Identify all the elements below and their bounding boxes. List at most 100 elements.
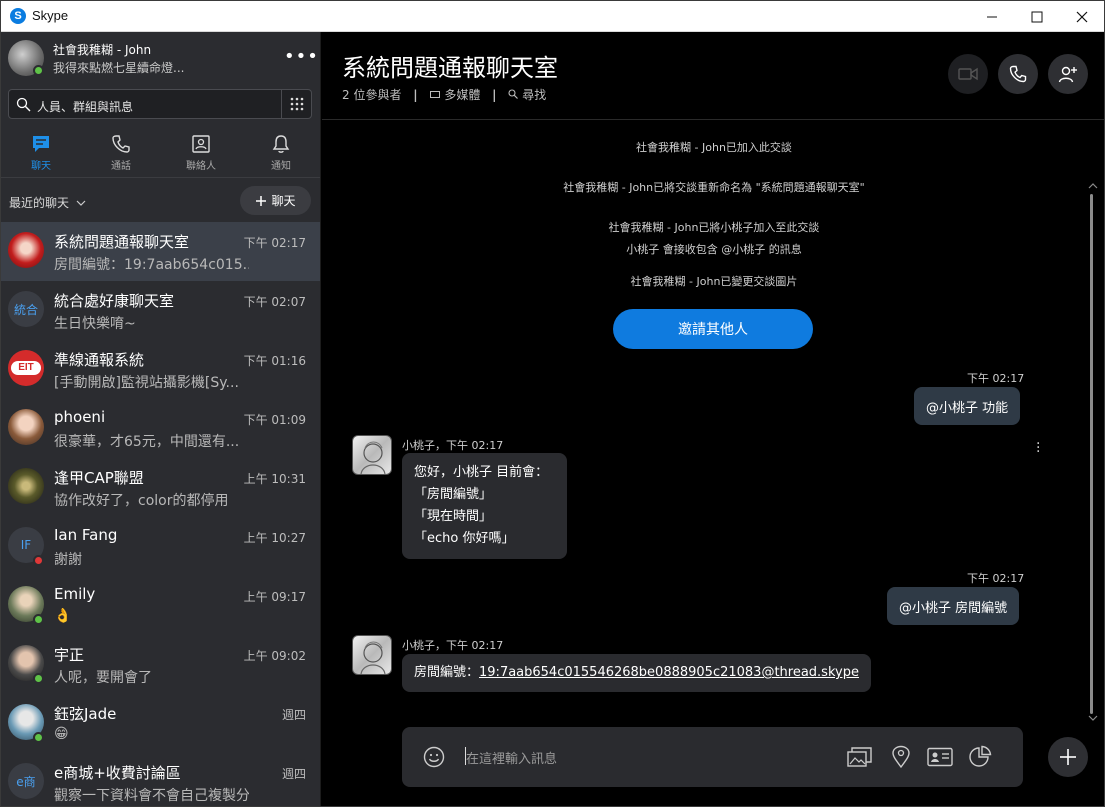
share-media-button[interactable]	[846, 743, 874, 771]
chat-time: 上午 09:02	[243, 649, 306, 663]
chat-preview: 生日快樂唷~	[54, 316, 136, 332]
maximize-button[interactable]	[1014, 1, 1060, 32]
recent-chats-dropdown[interactable]: 最近的聊天	[9, 194, 86, 211]
chat-list-item[interactable]: IF Ian Fang 上午 10:27 謝謝	[1, 517, 320, 576]
skype-logo-icon: S	[10, 8, 26, 24]
more-options-icon[interactable]: •••	[284, 46, 319, 67]
minimize-button[interactable]	[969, 1, 1015, 32]
online-status-icon	[33, 732, 44, 743]
share-location-button[interactable]	[887, 743, 915, 771]
do-not-disturb-icon	[33, 555, 44, 566]
incoming-message[interactable]: 房間編號：19:7aab654c015546268be0888905c21083…	[402, 654, 871, 692]
media-link[interactable]: 多媒體	[444, 88, 480, 102]
chat-time: 週四	[281, 767, 306, 781]
video-camera-icon	[958, 67, 978, 81]
chat-time: 週四	[281, 708, 306, 722]
message-input[interactable]: 在這裡輸入訊息	[466, 748, 557, 767]
scroll-down-icon[interactable]	[1087, 714, 1099, 722]
scrollbar[interactable]	[1087, 182, 1099, 722]
new-chat-button[interactable]: 聊天	[240, 186, 311, 215]
scrollbar-thumb[interactable]	[1090, 194, 1093, 714]
separator: |	[413, 88, 418, 102]
chat-list-item[interactable]: e商 e商城+收費討論區 週四 觀察一下資料會不會自己複製分...	[1, 753, 320, 806]
outgoing-message[interactable]: @小桃子 功能	[914, 387, 1021, 425]
system-message: 社會我稚糊 - John已加入此交談	[636, 141, 792, 154]
message-composer: 在這裡輸入訊息	[402, 727, 1023, 787]
chat-list-item[interactable]: 逢甲CAP聯盟 上午 10:31 協作改好了，color的都停用	[1, 458, 320, 517]
search-box[interactable]: 人員、群組與訊息	[8, 89, 312, 119]
window-title: Skype	[32, 8, 69, 23]
system-message: 社會我稚糊 - John已將小桃子加入至此交談	[608, 221, 820, 234]
video-call-button[interactable]	[948, 54, 988, 94]
chat-name: 統合處好康聊天室	[54, 292, 175, 310]
poll-button[interactable]	[966, 743, 994, 771]
chat-preview: 觀察一下資料會不會自己複製分...	[54, 788, 249, 804]
system-message: 社會我稚糊 - John已將交談重新命名為 "系統問題通報聊天室"	[563, 181, 865, 194]
add-participant-button[interactable]	[1048, 54, 1088, 94]
chat-time: 下午 01:16	[243, 354, 306, 368]
tab-notifications[interactable]: 通知	[241, 128, 320, 178]
message-sender: 小桃子，下午 02:17	[402, 639, 504, 652]
find-link[interactable]: 尋找	[522, 88, 546, 102]
participants-link[interactable]: 2 位參與者	[342, 88, 401, 102]
outgoing-message[interactable]: @小桃子 房間編號	[887, 587, 1020, 625]
more-actions-button[interactable]	[1048, 737, 1088, 777]
recent-chats-label: 最近的聊天	[9, 196, 70, 210]
chat-preview: 人呢，要開會了	[54, 670, 152, 686]
tab-chats-label: 聊天	[31, 161, 51, 172]
phone-icon	[112, 135, 130, 153]
chat-time: 上午 09:17	[243, 590, 306, 604]
chat-name: Ian Fang	[54, 526, 118, 544]
dialpad-icon	[290, 97, 304, 111]
audio-call-button[interactable]	[998, 54, 1038, 94]
message-sender: 小桃子，下午 02:17	[402, 439, 504, 452]
conversation-pane: 系統問題通報聊天室 2 位參與者 | 多媒體 | 尋找 社會我稚糊 - John…	[322, 32, 1104, 806]
chat-list-item[interactable]: EIT 準線通報系統 下午 01:16 [手動開啟]監視站攝影機[Sy...	[1, 340, 320, 399]
image-gallery-icon	[847, 747, 872, 767]
profile-header[interactable]: 社會我稚糊 - John 我得來點燃七星續命燈... •••	[1, 32, 320, 84]
chat-list-item[interactable]: 統合 統合處好康聊天室 下午 02:07 生日快樂唷~	[1, 281, 320, 340]
close-button[interactable]	[1059, 1, 1104, 32]
conversation-title[interactable]: 系統問題通報聊天室	[342, 48, 558, 83]
chat-time: 上午 10:31	[243, 472, 306, 486]
emoji-button[interactable]	[420, 743, 448, 771]
system-message: 社會我稚糊 - John已變更交談圖片	[630, 275, 798, 288]
new-chat-label: 聊天	[271, 194, 296, 208]
tab-contacts[interactable]: 聯絡人	[161, 128, 241, 178]
message-prefix: 房間編號：	[414, 665, 480, 680]
pie-chart-icon	[969, 745, 992, 767]
bot-avatar[interactable]	[352, 435, 392, 475]
plus-icon	[1060, 749, 1076, 765]
tab-chats[interactable]: 聊天	[1, 128, 81, 178]
message-time: 下午 02:17	[967, 572, 1025, 585]
chat-preview: 謝謝	[54, 552, 82, 568]
chat-list-item[interactable]: 鈺弦Jade 週四 😁	[1, 694, 320, 753]
chat-avatar: 統合	[8, 291, 44, 327]
incoming-message[interactable]: 您好，小桃子 目前會： 「房間編號」 「現在時間」 「echo 你好嗎」	[402, 453, 567, 559]
message-line: 「echo 你好嗎」	[414, 531, 515, 546]
chat-list-item[interactable]: phoeni 下午 01:09 很豪華，才65元，中間還有...	[1, 399, 320, 458]
message-options-icon[interactable]: · · ·	[1036, 437, 1040, 459]
profile-mood: 我得來點燃七星續命燈...	[53, 61, 185, 75]
invite-others-button[interactable]: 邀請其他人	[613, 309, 813, 349]
share-contact-button[interactable]	[926, 743, 954, 771]
chat-list-item[interactable]: 系統問題通報聊天室 下午 02:17 房間編號：19:7aab654c015..…	[1, 222, 320, 281]
chat-list-item[interactable]: 宇正 上午 09:02 人呢，要開會了	[1, 635, 320, 694]
phone-icon	[1009, 65, 1027, 83]
dialpad-button[interactable]	[281, 90, 312, 118]
chat-list-item[interactable]: Emily 上午 09:17 👌	[1, 576, 320, 635]
chat-name: 鈺弦Jade	[54, 705, 117, 723]
sidebar: 社會我稚糊 - John 我得來點燃七星續命燈... ••• 人員、群組與訊息 …	[1, 32, 321, 806]
tab-calls[interactable]: 通話	[81, 128, 161, 178]
search-input[interactable]: 人員、群組與訊息	[37, 98, 133, 115]
message-line: 「房間編號」	[414, 487, 493, 502]
thread-id-link[interactable]: 19:7aab654c015546268be0888905c21083@thre…	[479, 665, 859, 680]
bot-avatar[interactable]	[352, 635, 392, 675]
separator: |	[492, 88, 497, 102]
bot-avatar-image	[360, 641, 386, 674]
chat-avatar: e商	[8, 763, 44, 799]
chat-name: Emily	[54, 585, 96, 603]
chat-time: 下午 02:17	[243, 236, 306, 250]
profile-name: 社會我稚糊 - John	[53, 43, 152, 57]
scroll-up-icon[interactable]	[1087, 182, 1099, 190]
